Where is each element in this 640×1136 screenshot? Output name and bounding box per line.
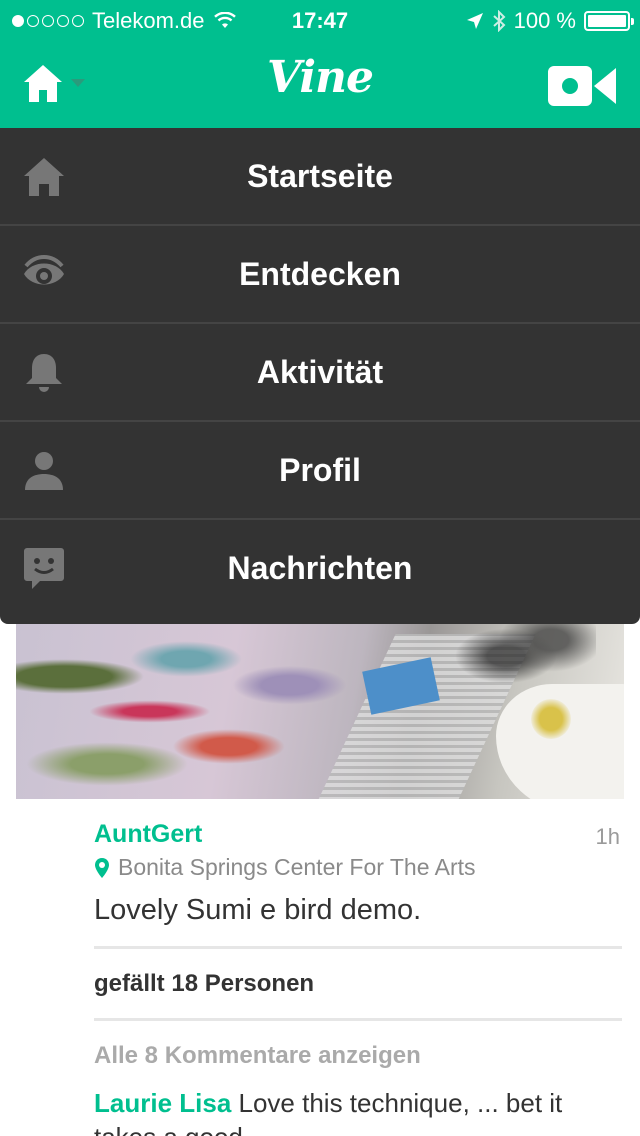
home-icon	[24, 158, 64, 196]
menu-item-activity[interactable]: Aktivität	[0, 324, 640, 422]
battery-icon	[584, 11, 634, 31]
comment-author-link[interactable]: Laurie Lisa	[94, 1088, 231, 1118]
bell-icon	[26, 354, 62, 392]
post-timestamp: 1h	[595, 824, 620, 849]
status-bar: Telekom.de 17:47 100 %	[0, 0, 640, 40]
location-arrow-icon	[466, 13, 483, 29]
comment-item: Laurie Lisa Love this technique, ... bet…	[94, 1086, 622, 1136]
location-pin-icon	[95, 857, 109, 878]
status-indicators: 100 %	[466, 8, 634, 34]
menu-item-label: Entdecken	[239, 255, 401, 292]
video-camera-icon	[548, 66, 616, 106]
post-location[interactable]: Bonita Springs Center For The Arts	[94, 854, 476, 881]
location-name: Bonita Springs Center For The Arts	[118, 854, 476, 880]
navigation-dropdown-menu: Startseite Entdecken Aktivität Profil Na…	[0, 128, 640, 624]
record-video-button[interactable]	[546, 64, 618, 108]
view-all-comments-link[interactable]: Alle 8 Kommentare anzeigen	[94, 1042, 421, 1070]
chat-face-icon	[24, 548, 64, 589]
menu-item-home[interactable]: Startseite	[0, 128, 640, 226]
vine-logo: Vine	[266, 52, 374, 103]
battery-percentage: 100 %	[513, 8, 576, 33]
menu-item-messages[interactable]: Nachrichten	[0, 520, 640, 616]
bluetooth-icon	[492, 10, 506, 32]
post-caption: Lovely Sumi e bird demo.	[94, 894, 422, 926]
menu-item-explore[interactable]: Entdecken	[0, 226, 640, 324]
menu-item-profile[interactable]: Profil	[0, 422, 640, 520]
menu-item-label: Aktivität	[256, 353, 384, 390]
navigation-bar: Vine	[0, 40, 640, 128]
likes-count-link[interactable]: gefällt 18 Personen	[94, 970, 314, 998]
app-header: Telekom.de 17:47 100 % Vine	[0, 0, 640, 128]
eye-icon	[24, 255, 64, 285]
post-author-link[interactable]: AuntGert	[94, 820, 202, 849]
divider	[94, 1018, 622, 1021]
person-icon	[25, 452, 63, 490]
menu-item-label: Startseite	[247, 157, 393, 194]
menu-item-label: Nachrichten	[227, 549, 413, 586]
video-player[interactable]	[16, 624, 624, 799]
menu-item-label: Profil	[279, 451, 361, 488]
divider	[94, 946, 622, 949]
